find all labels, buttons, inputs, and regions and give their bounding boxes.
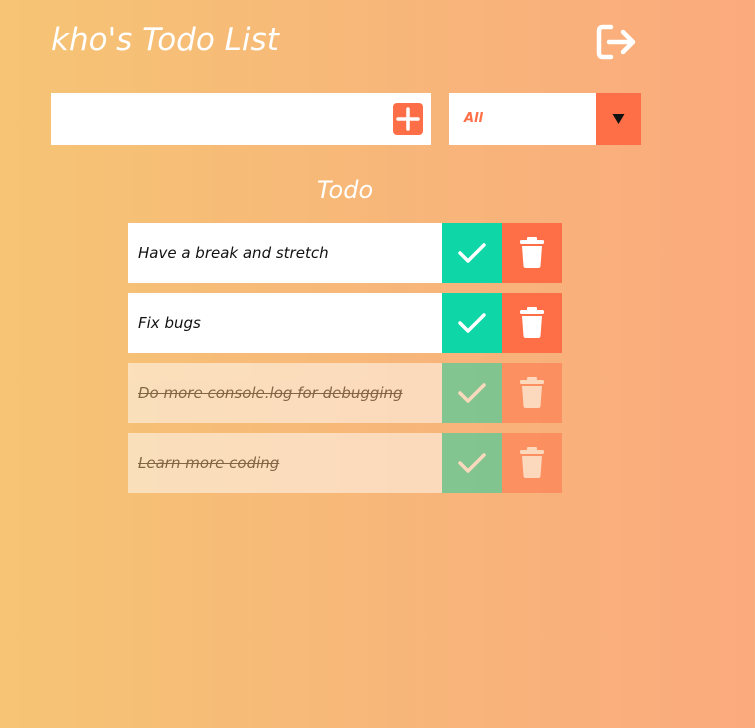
todo-item: Fix bugs xyxy=(128,293,562,353)
todo-input[interactable] xyxy=(51,93,381,145)
add-todo-form xyxy=(51,93,431,145)
todo-list: Have a break and stretch Fix bugs Do mor… xyxy=(128,223,562,503)
trash-icon xyxy=(520,307,544,338)
logout-button[interactable] xyxy=(595,22,639,62)
complete-button[interactable] xyxy=(442,223,502,283)
check-icon xyxy=(458,313,486,333)
add-todo-button[interactable] xyxy=(393,103,423,135)
filter-select[interactable]: All xyxy=(449,93,641,145)
todo-text: Fix bugs xyxy=(128,293,442,353)
todo-text: Do more console.log for debugging xyxy=(128,363,442,423)
todo-item: Have a break and stretch xyxy=(128,223,562,283)
filter-dropdown-button[interactable] xyxy=(596,93,641,145)
todo-section-title: Todo xyxy=(316,176,374,204)
check-icon xyxy=(458,243,486,263)
filter-selected-value: All xyxy=(464,111,483,126)
app-title: kho's Todo List xyxy=(51,22,279,58)
check-icon xyxy=(458,383,486,403)
complete-button[interactable] xyxy=(442,293,502,353)
delete-button[interactable] xyxy=(502,433,562,493)
complete-button[interactable] xyxy=(442,363,502,423)
trash-icon xyxy=(520,447,544,478)
check-icon xyxy=(458,453,486,473)
trash-icon xyxy=(520,237,544,268)
todo-item-completed: Do more console.log for debugging xyxy=(128,363,562,423)
trash-icon xyxy=(520,377,544,408)
todo-text: Learn more coding xyxy=(128,433,442,493)
delete-button[interactable] xyxy=(502,363,562,423)
delete-button[interactable] xyxy=(502,293,562,353)
logout-icon xyxy=(596,24,636,60)
complete-button[interactable] xyxy=(442,433,502,493)
todo-text: Have a break and stretch xyxy=(128,223,442,283)
plus-icon xyxy=(396,107,420,131)
delete-button[interactable] xyxy=(502,223,562,283)
caret-down-icon xyxy=(612,114,625,124)
todo-item-completed: Learn more coding xyxy=(128,433,562,493)
